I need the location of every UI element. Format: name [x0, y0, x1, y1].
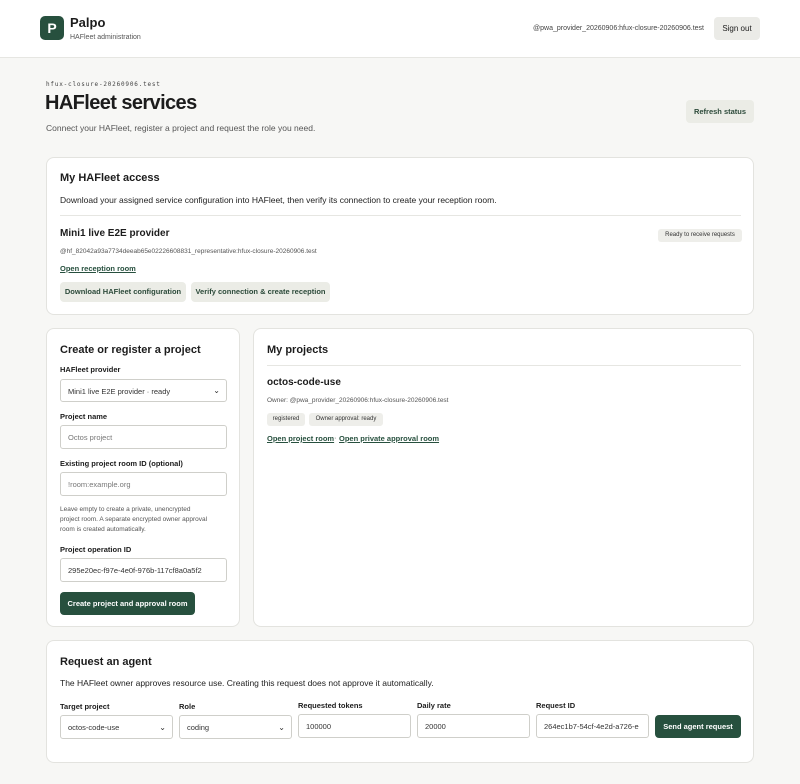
target-project-select[interactable]: octos-code-use ⌄ [60, 715, 173, 739]
page-description: Connect your HAFleet, register a project… [46, 123, 316, 133]
target-project-label: Target project [60, 702, 110, 711]
room-help-line-2: project room. A separate encrypted owner… [60, 516, 208, 523]
operation-id-label: Project operation ID [60, 545, 132, 554]
request-id-value: 264ec1b7-54cf-4e2d-a726-e [544, 722, 639, 731]
page-title: HAFleet services [45, 92, 197, 114]
provider-name: Mini1 live E2E provider [60, 228, 170, 239]
role-label: Role [179, 702, 196, 711]
chevron-down-icon: ⌄ [213, 386, 220, 395]
chevron-down-icon: ⌄ [278, 723, 285, 732]
role-select[interactable]: coding ⌄ [179, 715, 292, 739]
role-value: coding [187, 723, 210, 732]
provider-id: @hf_82042a93a7734deeab65e02226608831_rep… [60, 248, 317, 255]
page-eyebrow: hfux-closure-20260906.test [46, 81, 161, 88]
tokens-input[interactable]: 100000 [298, 714, 411, 738]
my-projects-card: My projects octos-code-use Owner: @pwa_p… [253, 328, 754, 627]
link-separator: · [334, 433, 337, 442]
verify-connection-button[interactable]: Verify connection & create reception [191, 282, 330, 302]
room-id-input[interactable]: !room:example.org [60, 472, 227, 496]
project-owner: Owner: @pwa_provider_20260906:hfux-closu… [267, 397, 449, 404]
owner-approval-badge: Owner approval: ready [309, 413, 383, 426]
create-project-card: Create or register a project HAFleet pro… [46, 328, 240, 627]
open-project-room-link[interactable]: Open project room [267, 434, 334, 443]
open-reception-room-link[interactable]: Open reception room [60, 264, 136, 273]
request-id-input[interactable]: 264ec1b7-54cf-4e2d-a726-e [536, 714, 649, 738]
project-name: octos-code-use [267, 377, 341, 388]
chevron-down-icon: ⌄ [159, 723, 166, 732]
tokens-label: Requested tokens [298, 701, 363, 710]
sign-out-button[interactable]: Sign out [714, 17, 760, 40]
send-agent-request-button[interactable]: Send agent request [655, 715, 741, 738]
room-help-line-3: room is created automatically. [60, 526, 146, 533]
projects-divider [267, 365, 741, 366]
access-description: Download your assigned service configura… [60, 195, 497, 205]
open-approval-room-link[interactable]: Open private approval room [339, 434, 439, 443]
current-user-id: @pwa_provider_20260906:hfux-closure-2026… [533, 25, 704, 32]
project-name-input[interactable]: Octos project [60, 425, 227, 449]
project-status-badge: registered [267, 413, 305, 426]
provider-status-badge: Ready to receive requests [658, 229, 742, 242]
hafleet-access-card: My HAFleet access Download your assigned… [46, 157, 754, 315]
daily-rate-input[interactable]: 20000 [417, 714, 530, 738]
target-project-value: octos-code-use [68, 723, 120, 732]
operation-id-value: 295e20ec-f97e-4e0f-976b-117cf8a0a5f2 [68, 566, 202, 575]
project-name-label: Project name [60, 412, 108, 421]
palpo-logo: P [40, 16, 64, 40]
refresh-status-button[interactable]: Refresh status [686, 100, 754, 123]
provider-label: HAFleet provider [60, 365, 121, 374]
agent-description: The HAFleet owner approves resource use.… [60, 678, 434, 688]
create-project-button[interactable]: Create project and approval room [60, 592, 195, 615]
daily-rate-value: 20000 [425, 722, 446, 731]
projects-title: My projects [267, 344, 329, 356]
project-name-placeholder: Octos project [68, 433, 113, 442]
request-agent-card: Request an agent The HAFleet owner appro… [46, 640, 754, 763]
top-bar: P Palpo HAFleet administration @pwa_prov… [0, 0, 800, 58]
access-divider [60, 215, 741, 216]
brand-subtitle: HAFleet administration [70, 34, 141, 41]
brand-title: Palpo [70, 15, 106, 30]
room-id-label: Existing project room ID (optional) [60, 459, 183, 468]
daily-rate-label: Daily rate [417, 701, 451, 710]
provider-select-value: Mini1 live E2E provider · ready [68, 387, 171, 396]
tokens-value: 100000 [306, 722, 332, 731]
operation-id-input[interactable]: 295e20ec-f97e-4e0f-976b-117cf8a0a5f2 [60, 558, 227, 582]
request-id-label: Request ID [536, 701, 576, 710]
access-title: My HAFleet access [60, 172, 160, 184]
agent-title: Request an agent [60, 656, 152, 668]
download-config-button[interactable]: Download HAFleet configuration [60, 282, 186, 302]
room-id-placeholder: !room:example.org [68, 480, 131, 489]
create-title: Create or register a project [60, 344, 201, 356]
provider-select[interactable]: Mini1 live E2E provider · ready ⌄ [60, 379, 227, 402]
room-help-line-1: Leave empty to create a private, unencry… [60, 506, 191, 513]
